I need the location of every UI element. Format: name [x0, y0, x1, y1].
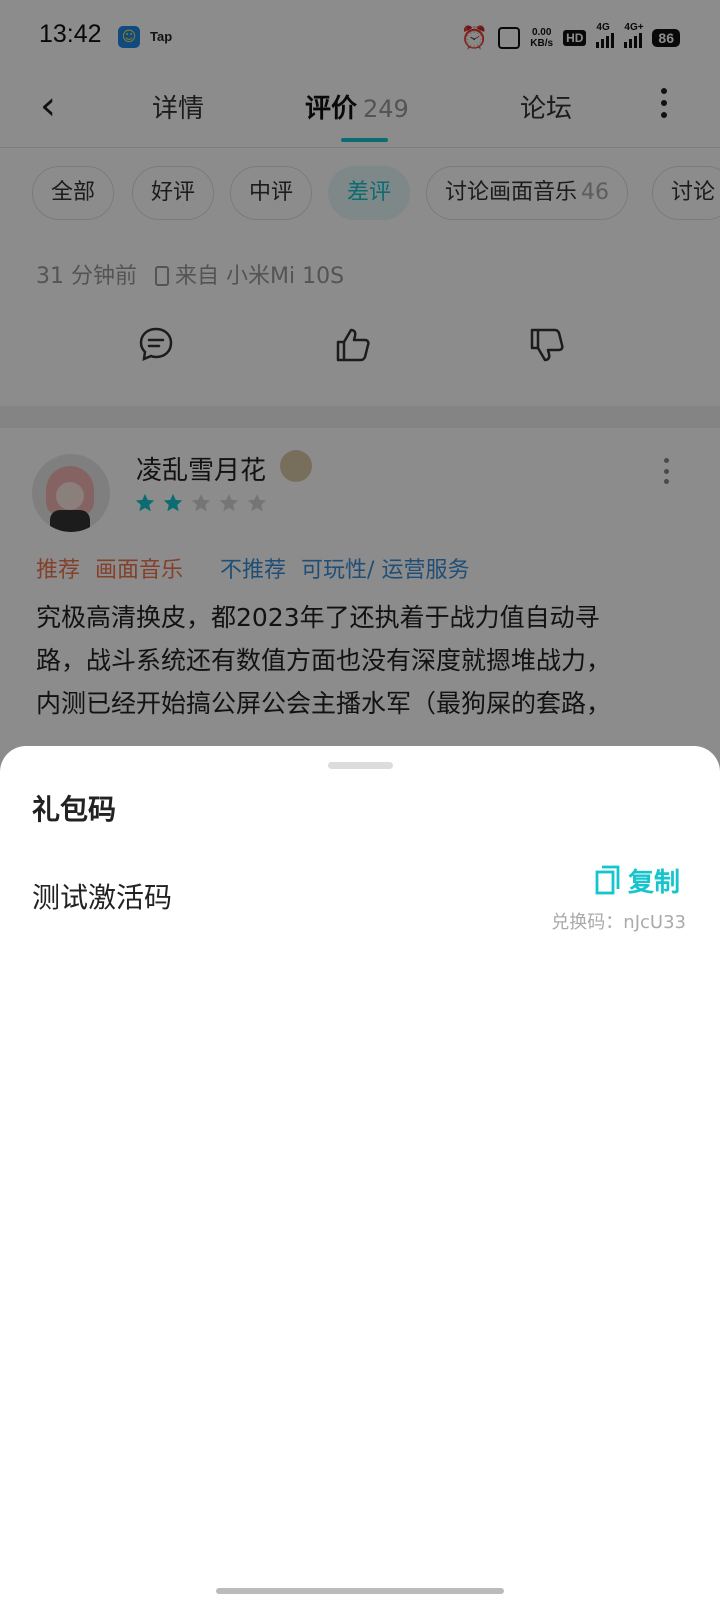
sheet-title: 礼包码 [32, 793, 117, 826]
redeem-code-label: 兑换码： [551, 912, 624, 933]
home-indicator[interactable] [216, 1588, 504, 1594]
redeem-code: 兑换码：nJcU33 [551, 908, 686, 934]
gift-name: 测试激活码 [32, 881, 173, 914]
sheet-drag-handle[interactable] [328, 762, 393, 769]
copy-icon [595, 865, 620, 895]
gift-code-sheet: 礼包码 测试激活码 复制 兑换码：nJcU33 [0, 746, 720, 1600]
copy-button[interactable]: 复制 [594, 860, 680, 900]
copy-label: 复制 [628, 867, 681, 898]
redeem-code-value: nJcU33 [623, 912, 686, 933]
